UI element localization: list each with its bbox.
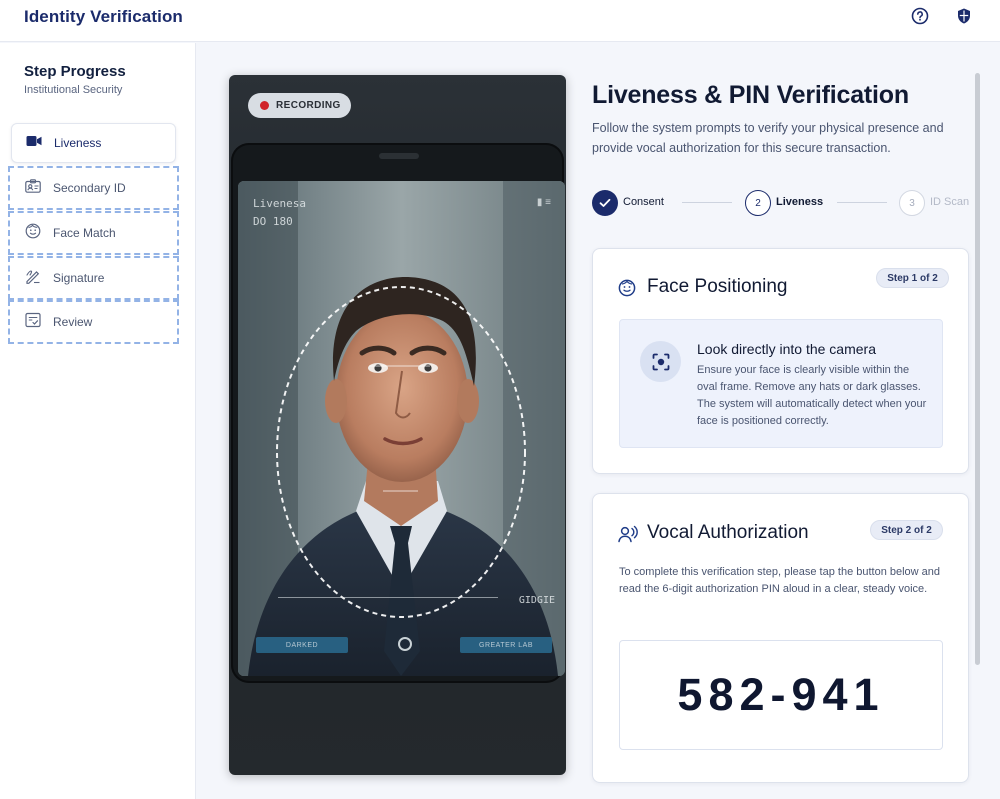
sidebar-title: Step Progress (24, 63, 126, 80)
video-camera-icon (26, 134, 42, 152)
sidebar-item-review[interactable]: Review (8, 300, 179, 344)
sidebar-item-signature[interactable]: Signature (8, 256, 179, 300)
sidebar-item-label: Signature (53, 271, 105, 285)
screen-button-left[interactable]: DARKED (256, 637, 348, 653)
sidebar-subtitle: Institutional Security (24, 84, 123, 96)
signature-icon (25, 268, 41, 289)
screen-label-line1: Livenesa (253, 197, 306, 210)
screen-label-line2: DO 180 (253, 215, 293, 228)
camera-instructions-box: Look directly into the camera Ensure you… (619, 319, 943, 448)
id-card-icon (25, 178, 41, 198)
instruction-text: Ensure your face is clearly visible with… (697, 364, 927, 427)
progress-stepper: Consent 2 Liveness 3 ID Scan (592, 190, 972, 218)
step-label-liveness[interactable]: Liveness (776, 196, 823, 208)
authorization-pin: 582-941 (677, 669, 885, 720)
face-card-badge: Step 1 of 2 (876, 268, 949, 288)
main-scrollbar[interactable] (975, 73, 980, 665)
camera-preview: RECORDING Livenesa DO 180 ▮ ≡ GIDGIE DAR… (229, 75, 566, 775)
recording-label: RECORDING (276, 100, 341, 111)
recording-indicator: RECORDING (248, 93, 351, 118)
sidebar-item-label: Secondary ID (53, 181, 126, 195)
screen-button-right[interactable]: GREATER LAB (460, 637, 552, 653)
step-connector (682, 202, 732, 203)
sidebar: Step Progress Institutional Security Liv… (0, 43, 196, 799)
step-consent-complete-icon[interactable] (592, 190, 618, 216)
sidebar-item-face-match[interactable]: Face Match (8, 211, 179, 255)
sidebar-item-label: Face Match (53, 226, 116, 240)
step-number-liveness[interactable]: 2 (745, 190, 771, 216)
sidebar-item-label: Liveness (54, 136, 102, 150)
step-number-id-scan[interactable]: 3 (899, 190, 925, 216)
face-icon (25, 223, 41, 244)
step-label-id-scan[interactable]: ID Scan (930, 196, 969, 208)
pin-display: 582-941 (619, 640, 943, 750)
screen-overlay-label: Livenesa DO 180 (253, 195, 306, 231)
screen-status-icons: ▮ ≡ (536, 197, 551, 208)
vocal-authorization-card: Vocal Authorization Step 2 of 2 To compl… (592, 493, 969, 783)
page-description: Follow the system prompts to verify your… (592, 121, 944, 155)
focus-camera-icon (640, 341, 681, 382)
camera-screen: Livenesa DO 180 ▮ ≡ GIDGIE DARKED GREATE… (238, 181, 565, 676)
phone-speaker (379, 153, 419, 159)
face-positioning-card: Face Positioning Step 1 of 2 Look direct… (592, 248, 969, 474)
step-label-consent[interactable]: Consent (623, 196, 664, 208)
shield-icon[interactable] (955, 7, 973, 25)
app-title: Identity Verification (24, 7, 183, 26)
face-smile-icon (618, 279, 636, 302)
vocal-instructions: To complete this verification step, plea… (619, 566, 941, 595)
step-connector (837, 202, 887, 203)
recording-dot-icon (260, 101, 269, 110)
vocal-card-badge: Step 2 of 2 (870, 520, 943, 540)
screen-code: GIDGIE (518, 595, 555, 606)
page-title: Liveness & PIN Verification (592, 81, 909, 109)
instruction-title: Look directly into the camera (697, 341, 876, 357)
checklist-icon (25, 312, 41, 333)
face-card-title: Face Positioning (647, 276, 788, 297)
screen-divider (278, 597, 498, 598)
sidebar-item-secondary-id[interactable]: Secondary ID (8, 166, 179, 210)
sidebar-item-label: Review (53, 315, 93, 329)
phone-device: Livenesa DO 180 ▮ ≡ GIDGIE DARKED GREATE… (231, 143, 565, 683)
help-circle-icon[interactable] (911, 7, 929, 25)
sidebar-item-liveness[interactable]: Liveness (11, 123, 176, 163)
voice-person-icon (618, 525, 638, 548)
vocal-card-title: Vocal Authorization (647, 522, 809, 543)
shutter-button[interactable] (398, 637, 412, 651)
top-bar: Identity Verification (0, 0, 1000, 42)
face-photo (238, 181, 565, 676)
